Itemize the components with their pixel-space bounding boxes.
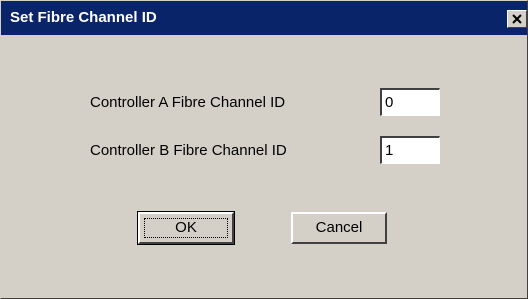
dialog-title: Set Fibre Channel ID bbox=[10, 9, 157, 26]
cancel-button-label: Cancel bbox=[315, 219, 363, 236]
focus-ring bbox=[144, 218, 228, 238]
close-button[interactable] bbox=[507, 10, 527, 28]
cancel-button[interactable]: Cancel bbox=[291, 212, 387, 244]
title-bar: Set Fibre Channel ID bbox=[1, 1, 527, 35]
controller-b-id-input[interactable] bbox=[380, 136, 440, 164]
controller-a-id-input[interactable] bbox=[380, 88, 440, 116]
set-fibre-channel-id-dialog: Set Fibre Channel ID Controller A Fibre … bbox=[0, 0, 528, 299]
ok-button[interactable]: OK bbox=[137, 211, 235, 245]
close-icon bbox=[512, 14, 522, 24]
controller-a-label: Controller A Fibre Channel ID bbox=[90, 94, 286, 111]
controller-b-label: Controller B Fibre Channel ID bbox=[90, 142, 287, 159]
